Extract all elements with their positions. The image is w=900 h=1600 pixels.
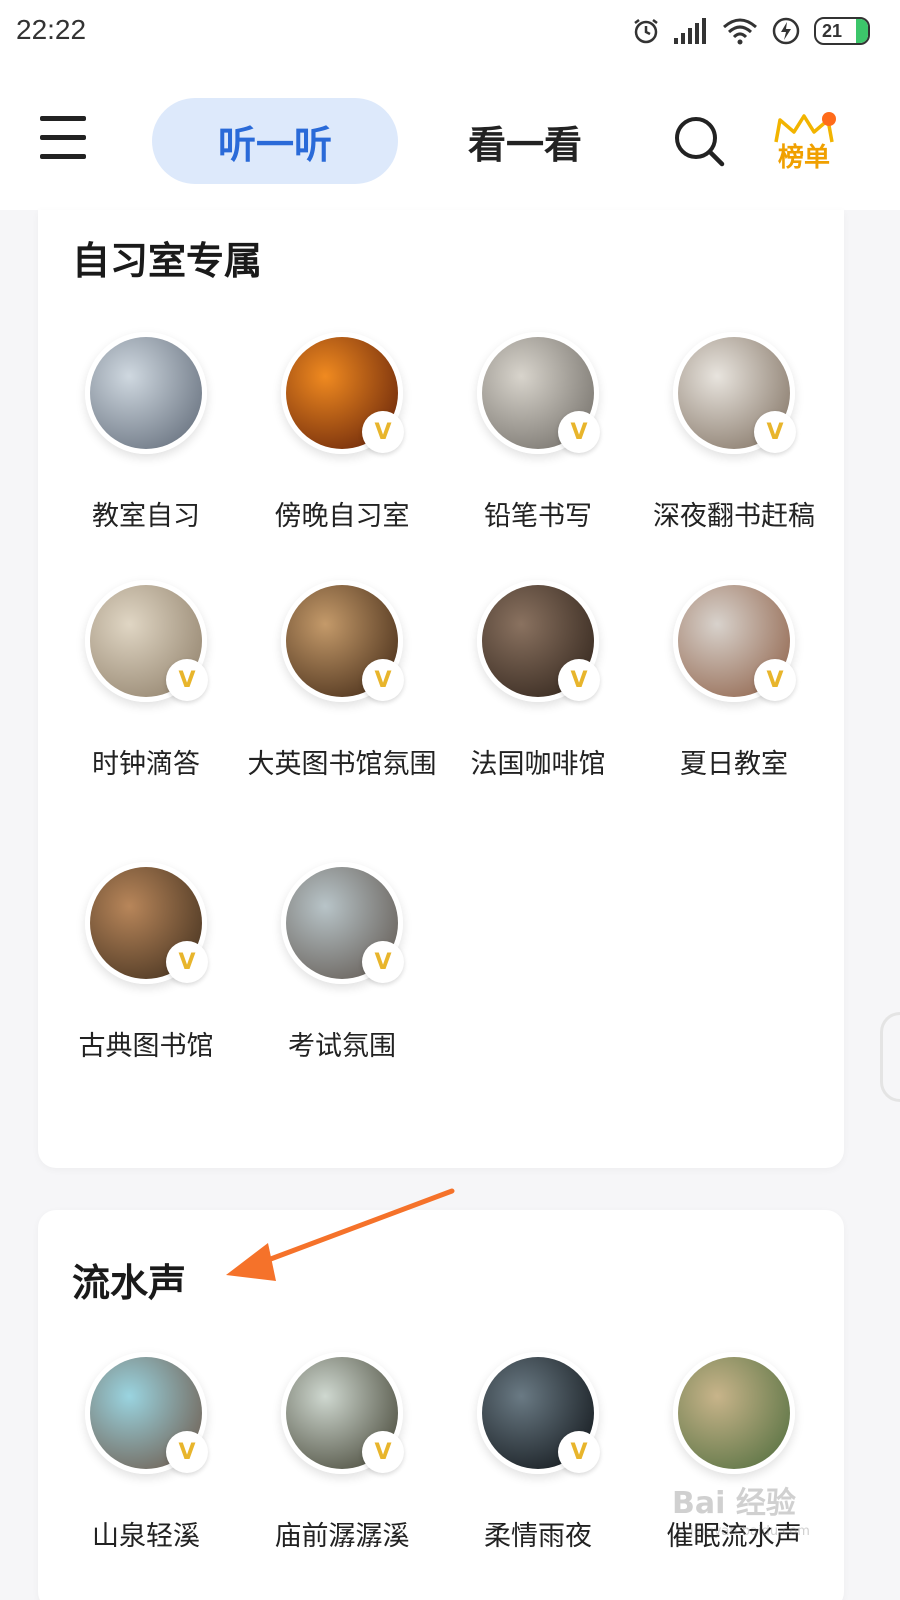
vip-badge: V — [362, 411, 404, 453]
sound-item-label: 考试氛围 — [288, 1031, 396, 1062]
thumbnail-image — [90, 337, 202, 449]
sound-item[interactable]: V 夏日教室 — [636, 580, 832, 782]
sound-item-label: 古典图书馆 — [78, 1031, 214, 1062]
sound-thumbnail — [673, 1352, 795, 1474]
sound-item[interactable]: V 傍晚自习室 — [244, 332, 440, 534]
sound-thumbnail — [85, 332, 207, 454]
sound-item[interactable]: 教室自习 — [48, 332, 244, 534]
vip-badge: V — [166, 941, 208, 983]
sound-item[interactable]: V 考试氛围 — [244, 862, 440, 1064]
section-title: 流水声 — [72, 1261, 187, 1305]
sound-thumbnail: V — [85, 580, 208, 702]
vip-badge: V — [166, 1431, 208, 1473]
sound-thumbnail: V — [85, 1352, 208, 1474]
top-nav: 听一听 看一看 榜单 — [0, 62, 900, 210]
watermark-sub: jingyan.baidu.com — [690, 1524, 810, 1539]
vip-badge: V — [558, 659, 600, 701]
vip-badge: V — [166, 659, 208, 701]
sound-item-label: 柔情雨夜 — [484, 1521, 592, 1552]
sound-item[interactable]: V 古典图书馆 — [48, 862, 244, 1064]
status-bar: 22:22 21 — [0, 0, 900, 62]
sound-item[interactable]: V 柔情雨夜 — [440, 1352, 636, 1554]
notification-dot — [822, 112, 836, 126]
tab-watch[interactable]: 看一看 — [430, 98, 620, 184]
side-drawer-handle[interactable] — [880, 1012, 900, 1102]
sound-item-label: 大英图书馆氛围 — [247, 749, 437, 780]
sound-item-label: 深夜翻书赶稿 — [653, 501, 815, 532]
vip-badge: V — [558, 1431, 600, 1473]
sound-item-label: 时钟滴答 — [92, 749, 200, 780]
sound-item[interactable]: V 时钟滴答 — [48, 580, 244, 782]
sound-item-label: 铅笔书写 — [484, 501, 592, 532]
vip-badge: V — [362, 941, 404, 983]
sound-item[interactable]: V 深夜翻书赶稿 — [636, 332, 832, 534]
sound-item-label: 夏日教室 — [680, 749, 788, 780]
sound-thumbnail: V — [477, 1352, 600, 1474]
hamburger-menu-icon[interactable] — [40, 116, 86, 160]
sound-item-label: 傍晚自习室 — [274, 501, 410, 532]
vip-badge: V — [754, 411, 796, 453]
sound-thumbnail: V — [85, 862, 208, 984]
sound-thumbnail: V — [281, 1352, 404, 1474]
status-time: 22:22 — [16, 14, 87, 45]
sound-thumbnail: V — [673, 332, 796, 454]
sound-thumbnail: V — [281, 580, 404, 702]
sound-thumbnail: V — [477, 332, 600, 454]
sound-item-label: 法国咖啡馆 — [470, 749, 606, 780]
battery-level: 21 — [822, 20, 843, 41]
study-room-section: 自习室专属 教室自习 V 傍晚自习室 V 铅笔书写 V 深夜翻书赶稿 V 时钟滴答 V 大英图书馆氛… — [38, 210, 844, 1168]
thumbnail-image — [678, 1357, 790, 1469]
sound-item-label: 山泉轻溪 — [92, 1521, 200, 1552]
annotation-arrow — [226, 1188, 455, 1281]
vip-badge: V — [558, 411, 600, 453]
vip-badge: V — [362, 1431, 404, 1473]
status-icons: 21 — [632, 14, 870, 48]
sound-item[interactable]: V 铅笔书写 — [440, 332, 636, 534]
vip-badge: V — [362, 659, 404, 701]
sound-thumbnail: V — [281, 332, 404, 454]
sound-thumbnail: V — [281, 862, 404, 984]
charging-icon — [772, 17, 800, 45]
battery-icon: 21 — [814, 17, 870, 45]
section-title: 自习室专属 — [72, 239, 263, 283]
alarm-icon — [634, 19, 658, 44]
vip-badge: V — [754, 659, 796, 701]
search-icon[interactable] — [672, 114, 728, 170]
signal-icon — [674, 18, 706, 44]
watermark: Bai 经验 — [672, 1486, 796, 1521]
ranking-button[interactable]: 榜单 — [770, 110, 838, 174]
sound-item[interactable]: V 山泉轻溪 — [48, 1352, 244, 1554]
wifi-icon — [723, 18, 757, 45]
sound-item-label: 教室自习 — [92, 501, 200, 532]
sound-thumbnail: V — [477, 580, 600, 702]
tab-listen[interactable]: 听一听 — [152, 98, 398, 184]
ranking-label: 榜单 — [777, 143, 830, 173]
sound-item[interactable]: V 庙前潺潺溪 — [244, 1352, 440, 1554]
sound-item[interactable]: V 大英图书馆氛围 — [244, 580, 440, 782]
sound-thumbnail: V — [673, 580, 796, 702]
sound-item[interactable]: V 法国咖啡馆 — [440, 580, 636, 782]
sound-item-label: 庙前潺潺溪 — [274, 1521, 410, 1552]
